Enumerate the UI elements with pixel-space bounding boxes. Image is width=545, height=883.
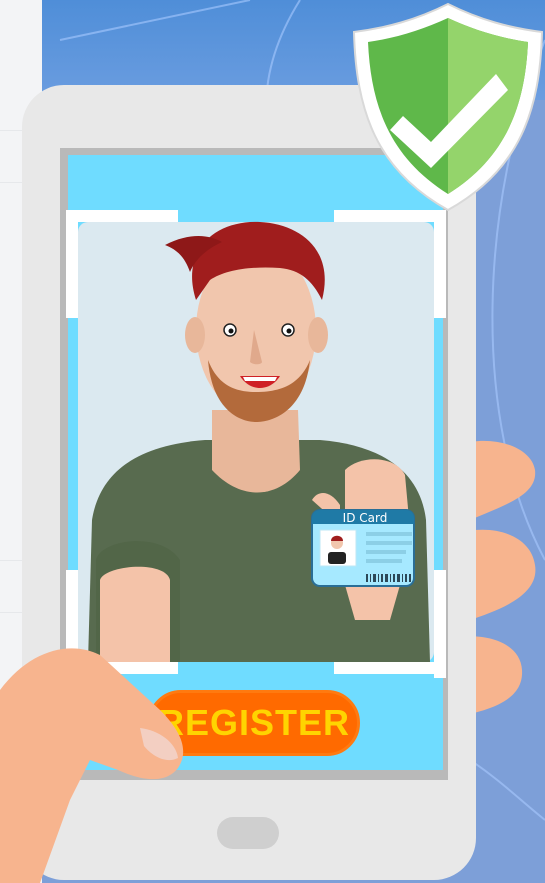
phone-home-button[interactable]: [217, 817, 279, 849]
id-card-title: ID Card: [342, 511, 388, 525]
register-button[interactable]: REGISTER: [148, 690, 360, 756]
illustration-scene: ID Card REGISTER: [0, 0, 545, 883]
